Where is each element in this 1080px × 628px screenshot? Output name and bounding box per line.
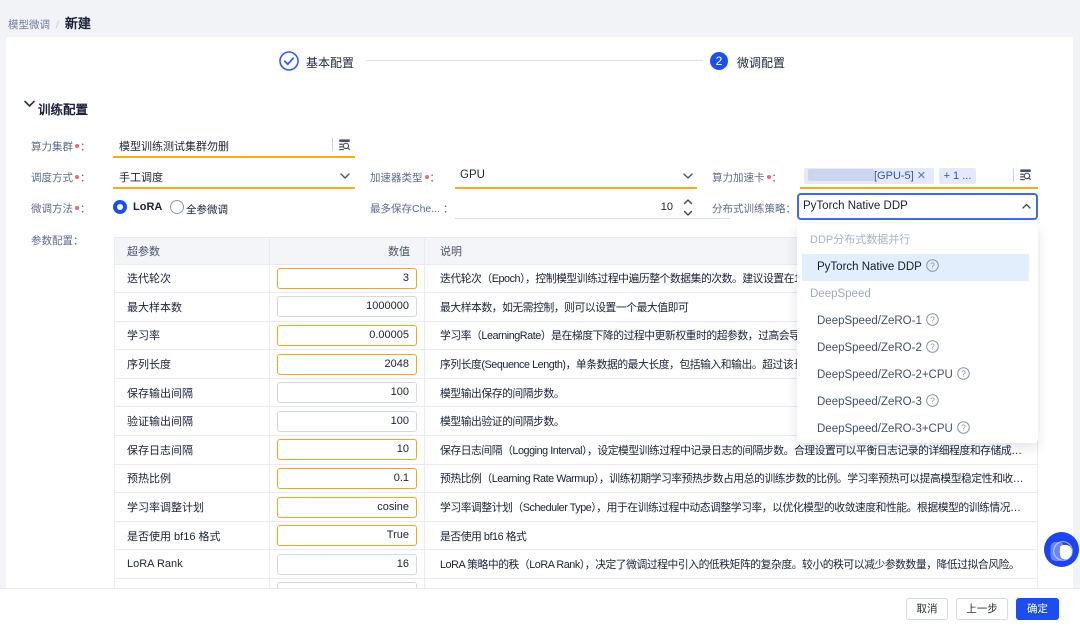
svg-text:?: ? <box>961 422 966 432</box>
svg-text:?: ? <box>930 314 935 324</box>
svg-text:?: ? <box>930 395 935 405</box>
svg-text:?: ? <box>930 260 935 270</box>
svg-text:?: ? <box>961 368 966 378</box>
svg-text:?: ? <box>930 341 935 351</box>
